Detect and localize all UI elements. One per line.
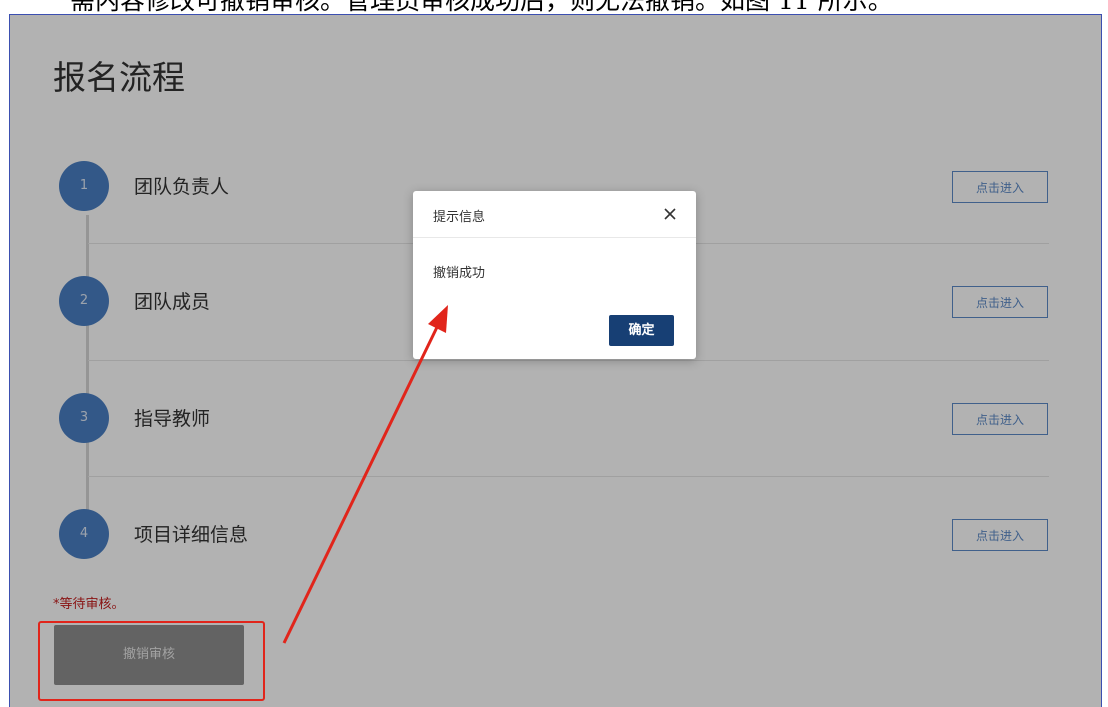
- dialog-message: 撤销成功: [433, 266, 486, 281]
- dialog-header: 提示信息: [413, 191, 696, 238]
- modal-overlay: [10, 15, 1101, 707]
- confirm-button[interactable]: 确定: [609, 315, 674, 346]
- dialog-title: 提示信息: [433, 210, 486, 225]
- registration-page: 报名流程 1 团队负责人 点击进入 2 团队成员 点击进入 3 指导教师 点击进…: [9, 14, 1102, 707]
- close-icon[interactable]: [657, 201, 683, 227]
- annotation-highlight-box: [38, 621, 265, 701]
- info-dialog: 提示信息 撤销成功 确定: [413, 191, 696, 359]
